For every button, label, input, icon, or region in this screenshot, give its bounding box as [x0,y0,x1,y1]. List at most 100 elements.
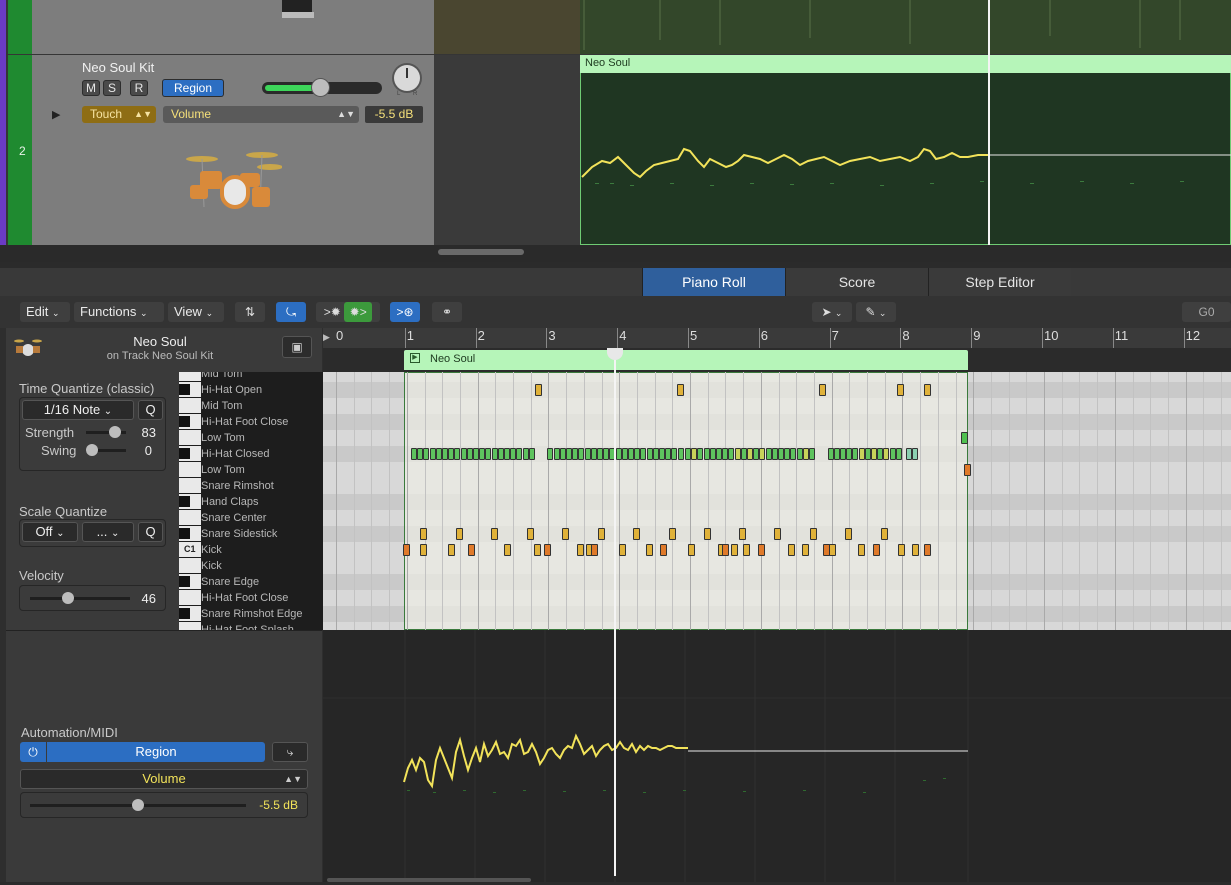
midi-note[interactable] [473,448,479,460]
midi-note[interactable] [577,544,584,556]
midi-note[interactable] [784,448,791,460]
piano-black-key[interactable] [179,496,190,507]
strength-value[interactable]: 83 [130,425,156,440]
scale-q-button[interactable]: Q [138,522,163,542]
midi-note[interactable] [652,448,659,460]
midi-note[interactable] [578,448,585,460]
midi-note[interactable] [553,448,560,460]
pencil-tool-icon[interactable]: ✎ ⌄ [856,302,896,322]
midi-note[interactable] [619,544,626,556]
midi-note[interactable] [598,528,605,540]
piano-key[interactable] [179,372,201,381]
midi-note[interactable] [802,448,809,460]
tab-step-editor[interactable]: Step Editor [928,268,1071,296]
track1-header[interactable] [32,0,434,54]
midi-note[interactable] [685,448,691,460]
midi-note[interactable] [840,448,846,460]
power-icon[interactable]: ⏻ [20,742,46,762]
midi-note[interactable] [709,448,716,460]
midi-note[interactable] [912,448,918,460]
midi-note[interactable] [621,448,628,460]
piano-key[interactable] [179,558,201,573]
midi-note[interactable] [423,448,430,460]
midi-note[interactable] [591,544,598,556]
midi-note[interactable] [665,448,672,460]
piano-key[interactable] [179,590,201,605]
bar-ruler[interactable]: ▶ [323,328,1231,348]
midi-note[interactable] [677,448,684,460]
midi-note[interactable] [669,528,676,540]
midi-note[interactable] [873,544,880,556]
midi-note[interactable] [633,528,640,540]
functions-menu[interactable]: Functions ⌄ [74,302,164,322]
midi-note[interactable] [442,448,448,460]
midi-note[interactable] [466,448,473,460]
midi-note[interactable] [491,528,498,540]
piano-roll-grid[interactable] [323,372,1231,630]
midi-note[interactable] [924,544,931,556]
piano-key[interactable] [179,462,201,477]
piano-roll-playhead[interactable] [614,358,616,876]
midi-note[interactable] [877,448,884,460]
midi-note[interactable] [883,448,890,460]
midi-note[interactable] [739,528,746,540]
midi-note[interactable] [858,448,865,460]
midi-note[interactable] [491,448,498,460]
midi-note[interactable] [590,448,597,460]
midi-note[interactable] [809,448,815,460]
region-button[interactable]: Region [162,79,224,97]
solo-button[interactable]: S [103,80,121,96]
midi-note[interactable] [771,448,778,460]
midi-note[interactable] [559,448,566,460]
volume-slider[interactable] [262,79,382,96]
midi-note[interactable] [765,448,772,460]
midi-note[interactable] [646,448,653,460]
midi-note[interactable] [603,448,610,460]
midi-note[interactable] [734,448,741,460]
disclosure-triangle-icon[interactable]: ▶ [52,108,60,121]
midi-note[interactable] [420,544,427,556]
midi-note[interactable] [628,448,634,460]
midi-note[interactable] [659,448,665,460]
automation-param-popup[interactable]: Volume ▲▼ [163,106,359,123]
midi-note[interactable] [504,448,510,460]
tab-piano-roll[interactable]: Piano Roll [642,268,785,296]
midi-note[interactable] [534,544,541,556]
midi-note[interactable] [964,464,971,476]
midi-note[interactable] [456,528,463,540]
midi-note[interactable] [895,448,902,460]
midi-note[interactable] [468,544,475,556]
midi-note[interactable] [778,448,784,460]
midi-note[interactable] [454,448,461,460]
track2-header[interactable]: Neo Soul Kit M S R Region L R ▶ Touch ▲▼ … [32,55,434,245]
edit-menu[interactable]: Edit ⌄ [20,302,70,322]
midi-note[interactable] [479,448,486,460]
midi-note[interactable] [810,528,817,540]
midi-note[interactable] [688,544,695,556]
automation-value[interactable]: -5.5 dB [250,798,298,812]
midi-note[interactable] [833,448,840,460]
midi-note[interactable] [504,544,511,556]
piano-black-key[interactable] [179,576,190,587]
midi-note[interactable] [829,544,836,556]
midi-note[interactable] [912,544,919,556]
automation-value-knob[interactable] [132,799,144,811]
midi-note[interactable] [435,448,442,460]
midi-note[interactable] [527,528,534,540]
midi-note[interactable] [790,448,797,460]
piano-key[interactable] [179,510,201,525]
snap-field[interactable]: G0 [1182,302,1231,322]
midi-note[interactable] [615,448,622,460]
midi-note[interactable] [510,448,517,460]
automation-mode-popup[interactable]: Touch ▲▼ [82,106,156,123]
midi-note[interactable] [788,544,795,556]
midi-note[interactable] [704,528,711,540]
piano-key[interactable] [179,430,201,445]
midi-note[interactable] [722,448,729,460]
mute-button[interactable]: M [82,80,100,96]
piano-black-key[interactable] [179,448,190,459]
midi-note[interactable] [566,448,572,460]
piano-key[interactable] [179,622,201,630]
scale-type-select[interactable]: ... ⌄ [82,522,134,542]
midi-note[interactable] [448,544,455,556]
